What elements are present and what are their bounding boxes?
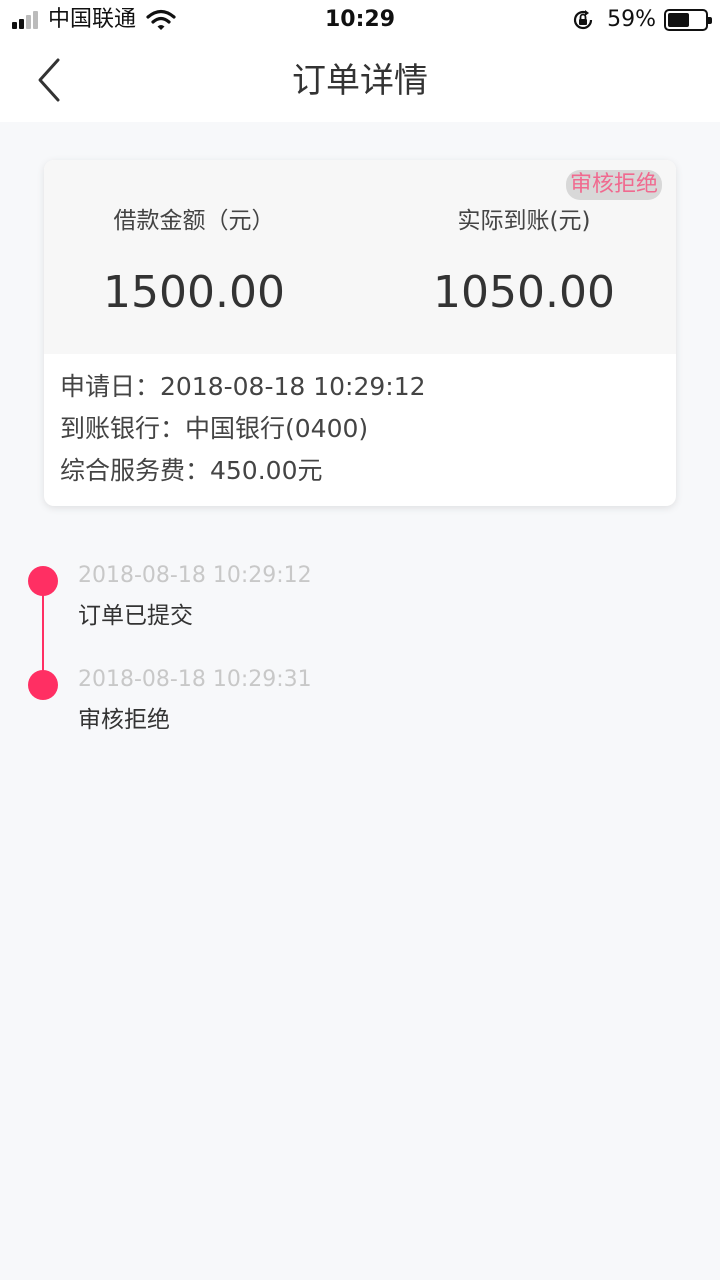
order-info: 申请日：2018-08-18 10:29:12 到账银行：中国银行(0400) … (60, 366, 426, 492)
amount-panel: 审核拒绝 借款金额（元） 1500.00 实际到账(元) 1050.00 (44, 160, 676, 354)
service-fee: 综合服务费：450.00元 (60, 456, 323, 485)
loan-amount-label: 借款金额（元） (113, 208, 275, 234)
battery-percent: 59% (607, 7, 656, 32)
battery-icon (664, 9, 712, 31)
back-button[interactable] (30, 56, 70, 104)
timeline-dot (28, 670, 58, 700)
order-summary-card: 审核拒绝 借款金额（元） 1500.00 实际到账(元) 1050.00 申请日… (44, 160, 676, 506)
nav-bar: 订单详情 (0, 40, 720, 122)
status-bar: 中国联通 10:29 59% (0, 0, 720, 40)
received-amount-label: 实际到账(元) (457, 208, 591, 234)
received-amount-value: 1050.00 (433, 267, 615, 318)
loan-amount-value: 1500.00 (103, 267, 285, 318)
status-badge: 审核拒绝 (565, 170, 662, 200)
carrier-name: 中国联通 (48, 7, 137, 32)
timeline-text: 订单已提交 (78, 603, 193, 629)
battery-fill (668, 13, 689, 27)
wifi-icon (146, 9, 176, 30)
timeline-item: 2018-08-18 10:29:12 订单已提交 (0, 556, 720, 656)
receiving-bank: 到账银行：中国银行(0400) (60, 414, 369, 443)
apply-date: 申请日：2018-08-18 10:29:12 (60, 372, 426, 401)
timeline-dot (28, 566, 58, 596)
status-left: 中国联通 (12, 8, 176, 32)
status-right: 59% (571, 7, 712, 32)
page-title: 订单详情 (292, 61, 428, 101)
timeline-time: 2018-08-18 10:29:12 (78, 563, 312, 588)
timeline-text: 审核拒绝 (78, 707, 170, 733)
chevron-left-icon (38, 58, 60, 102)
orientation-lock-icon (574, 10, 593, 30)
signal-icon (12, 11, 40, 29)
timeline-item: 2018-08-18 10:29:31 审核拒绝 (0, 660, 720, 760)
timeline-time: 2018-08-18 10:29:31 (78, 667, 312, 692)
